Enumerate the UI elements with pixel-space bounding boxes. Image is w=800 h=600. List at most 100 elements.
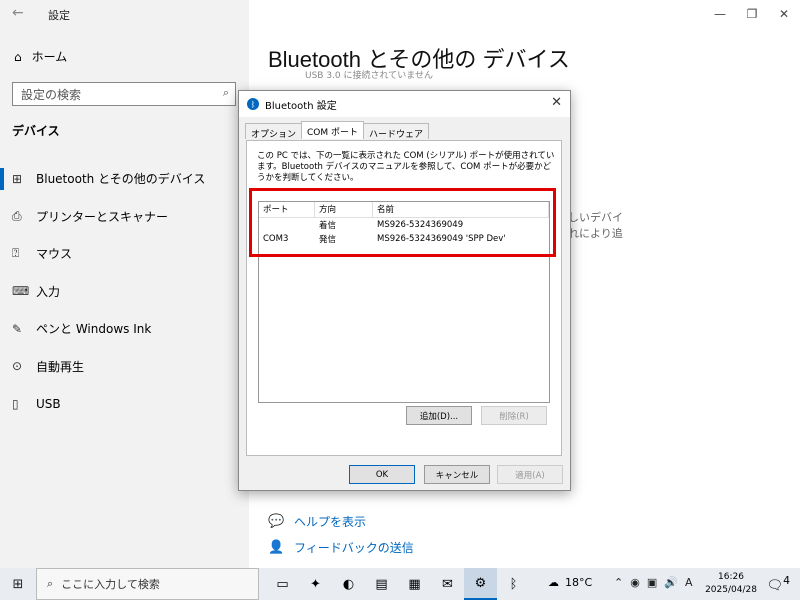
- device-nav: ⊞ Bluetooth とその他のデバイス ⎙ プリンターとスキャナー ⍰ マウス ⌨…: [0, 160, 249, 423]
- file-explorer-icon[interactable]: ▤: [365, 568, 398, 600]
- column-name[interactable]: 名前: [373, 201, 549, 218]
- home-icon: ⌂: [14, 49, 22, 64]
- sidebar-item-label: 入力: [36, 284, 61, 299]
- sidebar-item-label: 自動再生: [36, 359, 85, 374]
- section-label: デバイス: [12, 124, 60, 138]
- settings-search-input[interactable]: 設定の検索 ⌕: [12, 82, 236, 106]
- camera-icon[interactable]: ◉: [630, 576, 640, 589]
- pinned-apps: ▭ ✦ ◐ ▤ ▦ ✉ ⚙ ᛒ: [266, 568, 530, 600]
- obscured-line: れにより追: [568, 227, 623, 240]
- weather-widget[interactable]: ☁ 18°C: [548, 576, 592, 589]
- taskbar: ⊞ ⌕ ここに入力して検索 ▭ ✦ ◐ ▤ ▦ ✉ ⚙ ᛒ ☁ 18°C ⌃ ◉…: [0, 568, 800, 600]
- usb-icon: ▯: [12, 396, 19, 411]
- table-row[interactable]: 着信 MS926-5324369049: [259, 218, 549, 232]
- notification-icon[interactable]: 🗨4: [767, 574, 790, 593]
- ok-button[interactable]: OK: [349, 465, 415, 484]
- row-direction: 着信: [319, 221, 337, 231]
- pen-icon: ✎: [12, 321, 23, 336]
- bluetooth-settings-dialog: ᛒ Bluetooth 設定 ✕ オプション COM ポート ハードウェア この…: [238, 90, 571, 491]
- mail-icon[interactable]: ✉: [431, 568, 464, 600]
- sidebar-item-label: ペンと Windows Ink: [36, 322, 152, 337]
- table-row[interactable]: COM3 発信 MS926-5324369049 'SPP Dev': [259, 232, 549, 246]
- home-label: ホーム: [31, 50, 68, 64]
- com-ports-panel: この PC では、下の一覧に表示された COM (シリアル) ポートが使用されて…: [246, 140, 562, 456]
- search-placeholder: 設定の検索: [21, 88, 82, 102]
- com-description: この PC では、下の一覧に表示された COM (シリアル) ポートが使用されて…: [257, 151, 555, 183]
- copilot-icon[interactable]: ✦: [299, 568, 332, 600]
- start-button[interactable]: ⊞: [0, 568, 36, 600]
- edge-icon[interactable]: ◐: [332, 568, 365, 600]
- column-direction[interactable]: 方向: [315, 201, 373, 218]
- apply-button[interactable]: 適用(A): [497, 465, 563, 484]
- title-bar: ← 設定: [0, 0, 249, 28]
- add-port-button[interactable]: 追加(D)...: [406, 406, 472, 425]
- autoplay-icon: ⊙: [12, 359, 23, 374]
- notification-count: 4: [783, 574, 790, 587]
- list-header: ポート 方向 名前: [259, 201, 549, 218]
- sidebar-item-mouse[interactable]: ⍰ マウス: [0, 235, 249, 273]
- minimize-button[interactable]: —: [704, 0, 736, 28]
- back-arrow-icon[interactable]: ←: [12, 5, 24, 21]
- help-chat-icon: 💬: [268, 513, 285, 529]
- printer-icon: ⎙: [12, 208, 22, 223]
- sidebar-item-label: プリンターとスキャナー: [36, 209, 169, 224]
- help-link[interactable]: 💬 ヘルプを表示: [268, 508, 414, 534]
- obscured-text-right: しいデバイ れにより追: [568, 210, 623, 242]
- chevron-up-icon[interactable]: ⌃: [614, 576, 623, 589]
- sidebar-item-usb[interactable]: ▯ USB: [0, 385, 249, 423]
- bluetooth-icon: ᛒ: [247, 98, 259, 110]
- system-tray: ⌃ ◉ ▣ 🔊 A: [614, 576, 692, 589]
- volume-icon[interactable]: 🔊: [664, 576, 678, 589]
- sidebar-item-label: USB: [36, 396, 61, 411]
- tab-options[interactable]: オプション: [245, 123, 303, 140]
- dialog-title-bar: ᛒ Bluetooth 設定 ✕: [239, 91, 570, 117]
- sidebar-item-printers[interactable]: ⎙ プリンターとスキャナー: [0, 198, 249, 236]
- bluetooth-app-icon[interactable]: ᛒ: [497, 568, 530, 600]
- ime-indicator[interactable]: A: [685, 576, 693, 589]
- sidebar-item-input[interactable]: ⌨ 入力: [0, 273, 249, 311]
- tab-com-ports[interactable]: COM ポート: [301, 121, 365, 139]
- com-port-list[interactable]: ポート 方向 名前 着信 MS926-5324369049 COM3 発信 MS…: [258, 201, 550, 403]
- close-button[interactable]: ✕: [768, 0, 800, 28]
- row-direction: 発信: [319, 235, 337, 245]
- time: 16:26: [718, 572, 744, 582]
- help-links: 💬 ヘルプを表示 👤 フィードバックの送信: [268, 508, 414, 560]
- obscured-text: USB 3.0 に接続されていません: [305, 71, 433, 81]
- network-icon[interactable]: ▣: [647, 576, 657, 589]
- taskbar-search-input[interactable]: ⌕ ここに入力して検索: [36, 568, 259, 600]
- sidebar-item-pen[interactable]: ✎ ペンと Windows Ink: [0, 310, 249, 348]
- dialog-tabs: オプション COM ポート ハードウェア: [245, 121, 430, 140]
- weather-temp: 18°C: [565, 576, 593, 589]
- home-nav[interactable]: ⌂ ホーム: [14, 48, 67, 65]
- sidebar-item-label: マウス: [36, 247, 73, 262]
- obscured-line: しいデバイ: [568, 211, 623, 224]
- cloud-icon: ☁: [548, 576, 559, 589]
- task-view-icon[interactable]: ▭: [266, 568, 299, 600]
- mouse-icon: ⍰: [12, 246, 20, 261]
- clock[interactable]: 16:26 2025/04/28: [700, 571, 762, 597]
- search-icon: ⌕: [222, 86, 229, 99]
- maximize-button[interactable]: ❐: [736, 0, 768, 28]
- sidebar: ← 設定 ⌂ ホーム 設定の検索 ⌕ デバイス ⊞ Bluetooth とその他の…: [0, 0, 249, 568]
- sidebar-item-autoplay[interactable]: ⊙ 自動再生: [0, 348, 249, 386]
- sidebar-item-bluetooth[interactable]: ⊞ Bluetooth とその他のデバイス: [0, 160, 249, 198]
- date: 2025/04/28: [705, 585, 757, 595]
- cancel-button[interactable]: キャンセル: [424, 465, 490, 484]
- bluetooth-devices-icon: ⊞: [12, 171, 23, 186]
- windows-icon: ⊞: [12, 576, 24, 592]
- row-name: MS926-5324369049 'SPP Dev': [377, 234, 506, 244]
- help-link-label: ヘルプを表示: [294, 514, 367, 529]
- column-port[interactable]: ポート: [259, 201, 315, 218]
- remove-port-button[interactable]: 削除(R): [481, 406, 547, 425]
- dialog-close-button[interactable]: ✕: [551, 95, 562, 110]
- store-icon[interactable]: ▦: [398, 568, 431, 600]
- tab-hardware[interactable]: ハードウェア: [363, 123, 430, 140]
- app-title: 設定: [48, 9, 70, 22]
- dialog-title: Bluetooth 設定: [265, 100, 337, 112]
- feedback-link[interactable]: 👤 フィードバックの送信: [268, 534, 414, 560]
- sidebar-item-label: Bluetooth とその他のデバイス: [36, 172, 206, 187]
- row-name: MS926-5324369049: [377, 220, 464, 230]
- settings-gear-icon[interactable]: ⚙: [464, 568, 497, 600]
- search-icon: ⌕: [47, 577, 54, 590]
- feedback-icon: 👤: [268, 539, 285, 555]
